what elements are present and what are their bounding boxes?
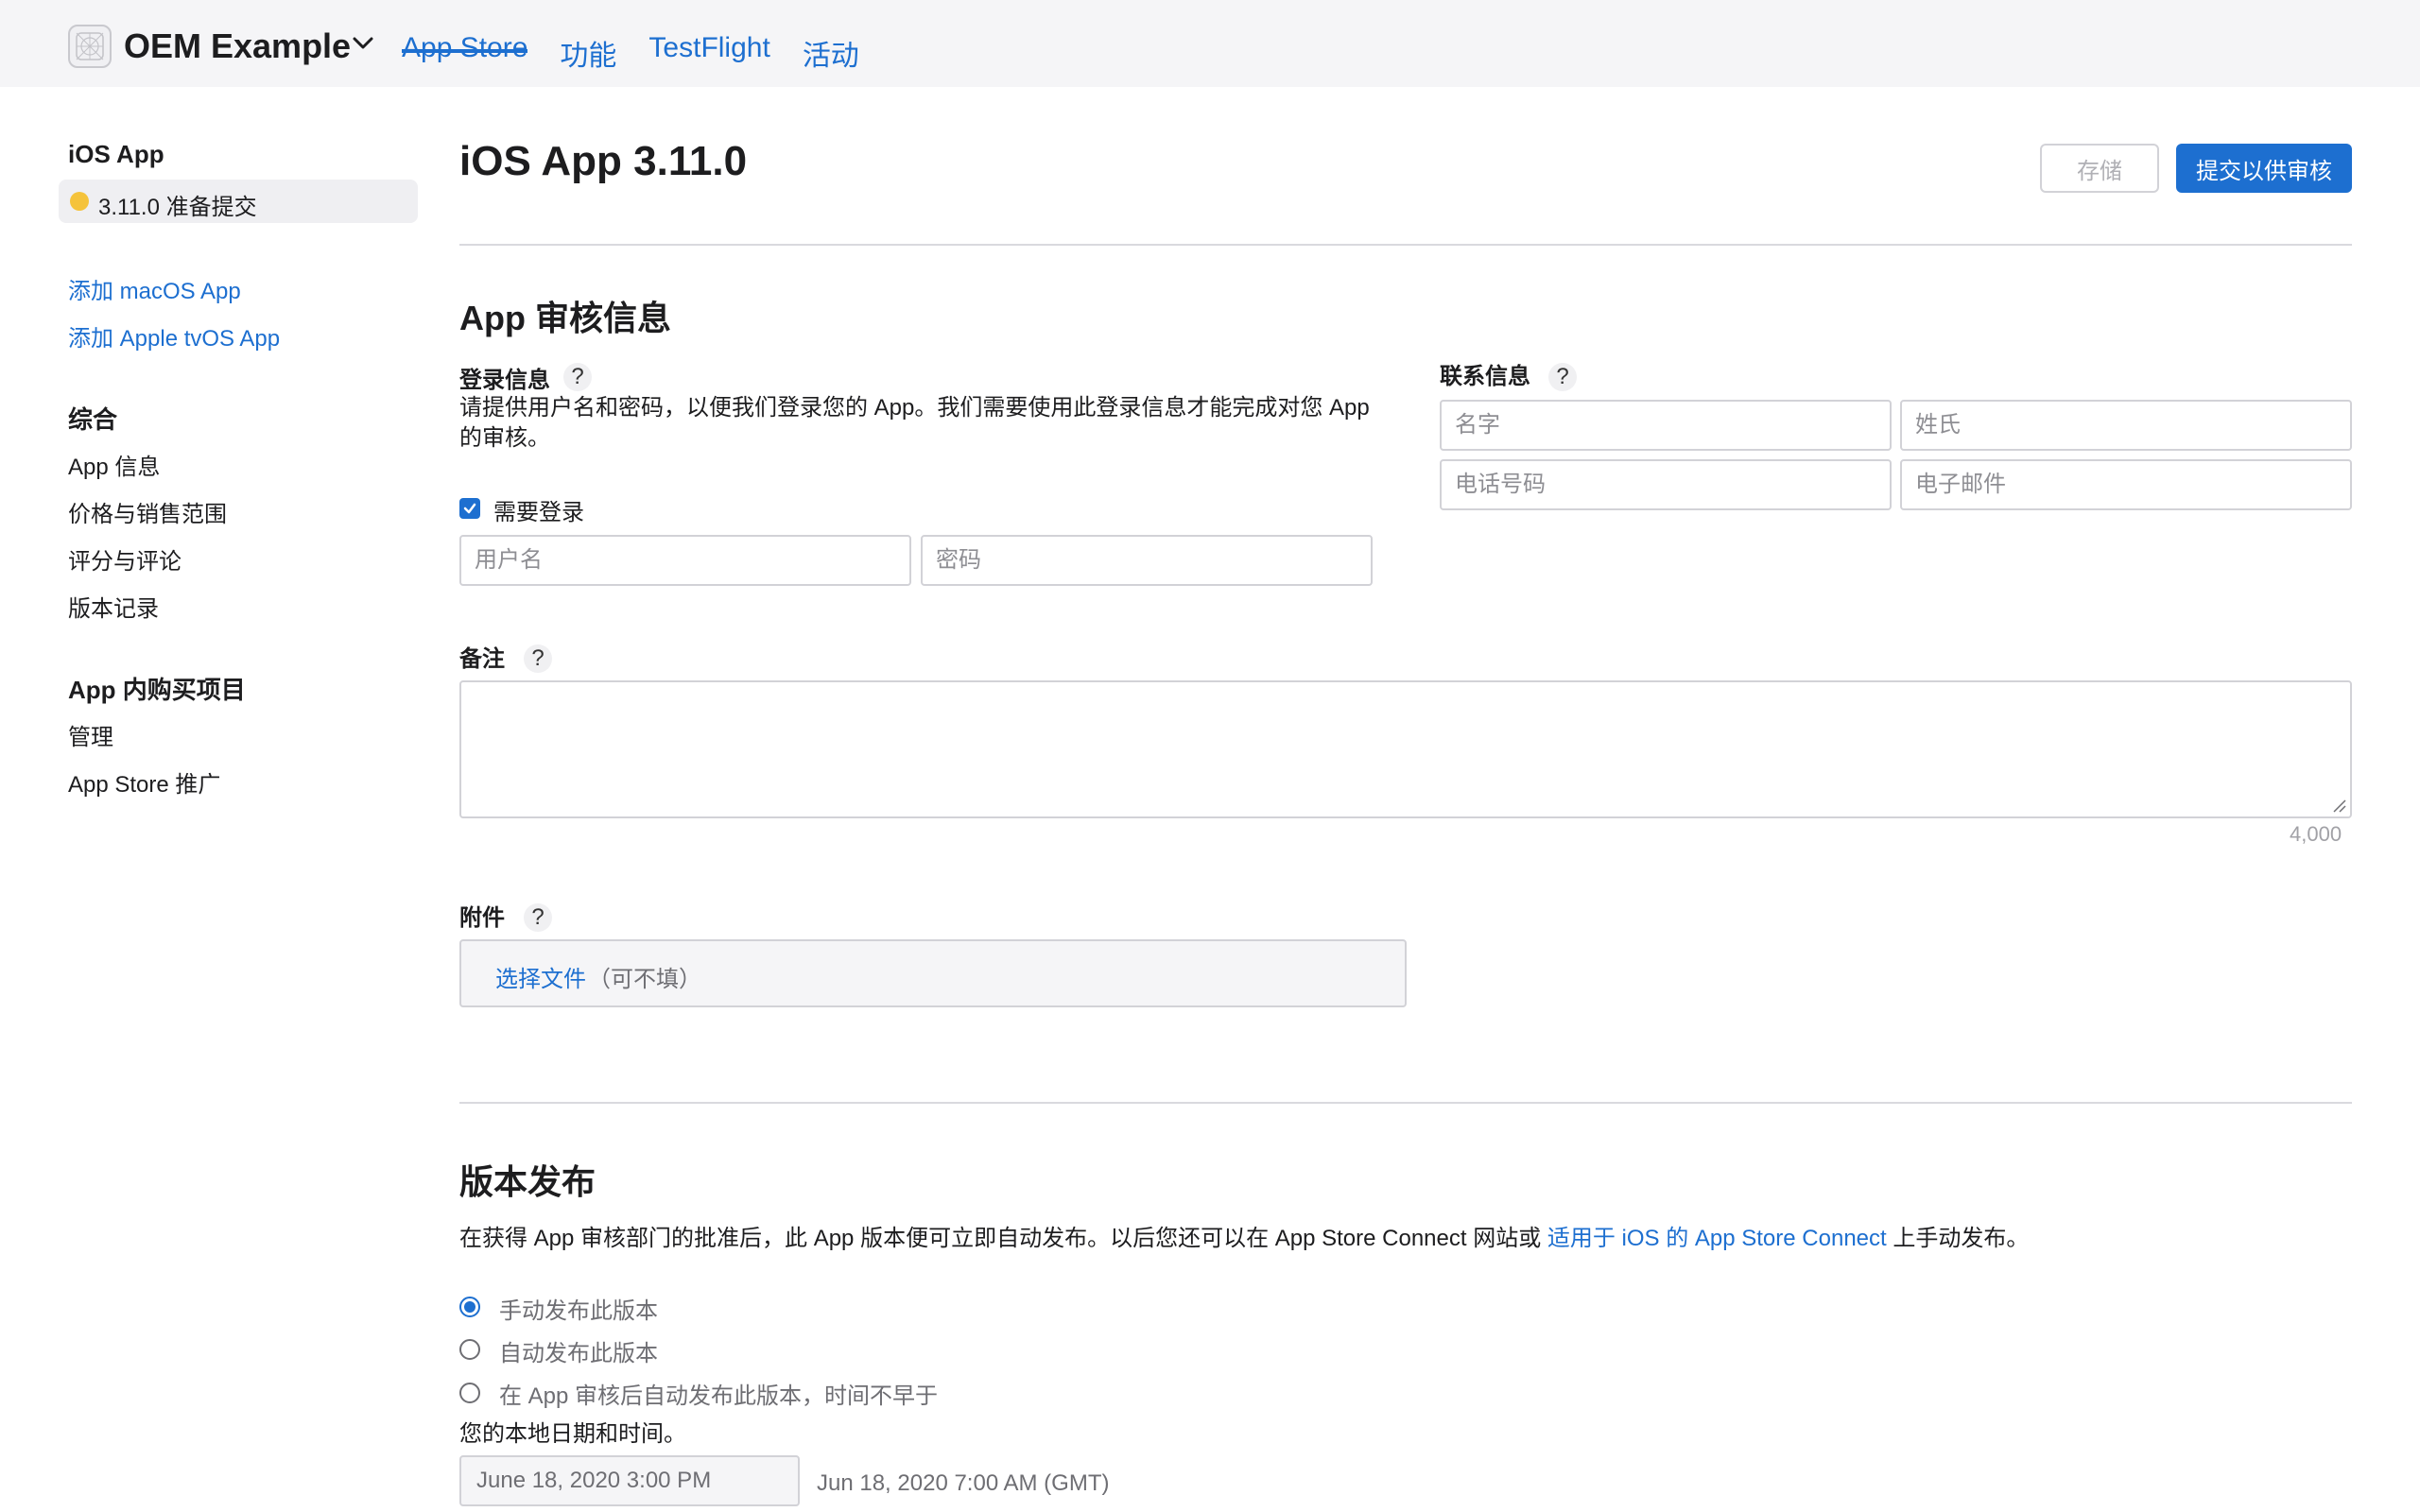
ios-app-store-connect-link[interactable]: 适用于 iOS 的 App Store Connect — [1547, 1226, 1887, 1251]
question-mark-icon[interactable]: ? — [1548, 363, 1577, 391]
login-info-label: 登录信息 — [459, 368, 550, 393]
sidebar-item-label: 3.11.0 准备提交 — [98, 195, 257, 220]
add-tvos-app-link[interactable]: 添加 Apple tvOS App — [68, 319, 280, 352]
sidebar-app-title: iOS App — [68, 140, 164, 168]
sidebar-item-version[interactable]: 3.11.0 准备提交 — [59, 180, 418, 223]
first-name-input[interactable] — [1440, 400, 1892, 451]
last-name-input[interactable] — [1900, 400, 2352, 451]
release-manual-radio[interactable] — [459, 1297, 480, 1317]
sidebar-heading-general: 综合 — [68, 405, 118, 434]
gmt-datetime: Jun 18, 2020 7:00 AM (GMT) — [817, 1470, 1110, 1496]
sidebar-item-app-info[interactable]: App 信息 — [68, 448, 160, 481]
sign-in-required-checkbox[interactable] — [459, 498, 480, 519]
question-mark-icon[interactable]: ? — [563, 363, 592, 391]
status-dot-icon — [70, 192, 89, 211]
notes-char-counter: 4,000 — [2290, 822, 2342, 846]
page-title: iOS App 3.11.0 — [459, 138, 748, 184]
checkmark-icon — [463, 503, 476, 514]
resize-handle-icon[interactable] — [2331, 798, 2346, 813]
release-manual-label: 手动发布此版本 — [499, 1298, 658, 1324]
release-date-input[interactable]: June 18, 2020 3:00 PM — [459, 1455, 800, 1506]
release-scheduled-label: 在 App 审核后自动发布此版本，时间不早于 — [499, 1383, 939, 1409]
login-description-line1: 请提供用户名和密码，以便我们登录您的 App。我们需要使用此登录信息才能完成对您… — [459, 395, 1370, 421]
tab-testflight[interactable]: TestFlight — [648, 0, 769, 63]
sidebar-item-version-history[interactable]: 版本记录 — [68, 590, 159, 623]
notes-textarea[interactable] — [459, 680, 2352, 818]
local-time-label: 您的本地日期和时间。 — [459, 1421, 686, 1447]
release-description-text: 在获得 App 审核部门的批准后，此 App 版本便可立即自动发布。以后您还可以… — [459, 1226, 1547, 1251]
username-input[interactable] — [459, 535, 911, 586]
submit-for-review-button[interactable]: 提交以供审核 — [2176, 144, 2352, 193]
save-button[interactable]: 存储 — [2040, 144, 2159, 193]
sidebar-item-promotion[interactable]: App Store 推广 — [68, 765, 220, 799]
tab-features[interactable]: 功能 — [560, 0, 616, 72]
attachment-dropzone: 选择文件 （可不填） — [459, 939, 1407, 1007]
release-auto-radio[interactable] — [459, 1339, 480, 1360]
choose-file-link[interactable]: 选择文件 — [495, 960, 586, 993]
login-description-line2: 的审核。 — [459, 425, 550, 451]
top-bar: OEM Example App Store 功能 TestFlight 活动 — [0, 0, 2420, 87]
release-auto-label: 自动发布此版本 — [499, 1341, 658, 1366]
app-placeholder-icon — [68, 25, 112, 68]
question-mark-icon[interactable]: ? — [524, 903, 552, 932]
release-scheduled-radio[interactable] — [459, 1383, 480, 1403]
top-nav: App Store 功能 TestFlight 活动 — [402, 0, 891, 87]
review-section-title: App 审核信息 — [459, 299, 671, 337]
chevron-down-icon[interactable] — [352, 36, 374, 51]
divider — [459, 244, 2352, 246]
org-name[interactable]: OEM Example — [124, 26, 351, 66]
contact-info-label: 联系信息 — [1440, 364, 1530, 389]
question-mark-icon[interactable]: ? — [524, 644, 552, 673]
phone-input[interactable] — [1440, 459, 1892, 510]
sidebar-item-manage[interactable]: 管理 — [68, 718, 113, 751]
password-input[interactable] — [921, 535, 1373, 586]
attachment-label: 附件 — [459, 905, 505, 931]
sidebar-heading-iap: App 内购买项目 — [68, 676, 246, 704]
release-section-title: 版本发布 — [459, 1162, 596, 1201]
email-input[interactable] — [1900, 459, 2352, 510]
sign-in-required-label: 需要登录 — [493, 500, 584, 525]
release-description: 在获得 App 审核部门的批准后，此 App 版本便可立即自动发布。以后您还可以… — [459, 1224, 2029, 1254]
sidebar-item-pricing[interactable]: 价格与销售范围 — [68, 495, 227, 528]
release-description-suffix: 上手动发布。 — [1886, 1226, 2030, 1251]
add-macos-app-link[interactable]: 添加 macOS App — [68, 272, 241, 305]
optional-hint: （可不填） — [588, 967, 701, 992]
divider — [459, 1102, 2352, 1104]
tab-activity[interactable]: 活动 — [803, 0, 859, 72]
notes-label: 备注 — [459, 646, 505, 672]
sidebar-item-ratings[interactable]: 评分与评论 — [68, 542, 182, 576]
tab-app-store[interactable]: App Store — [402, 0, 528, 63]
